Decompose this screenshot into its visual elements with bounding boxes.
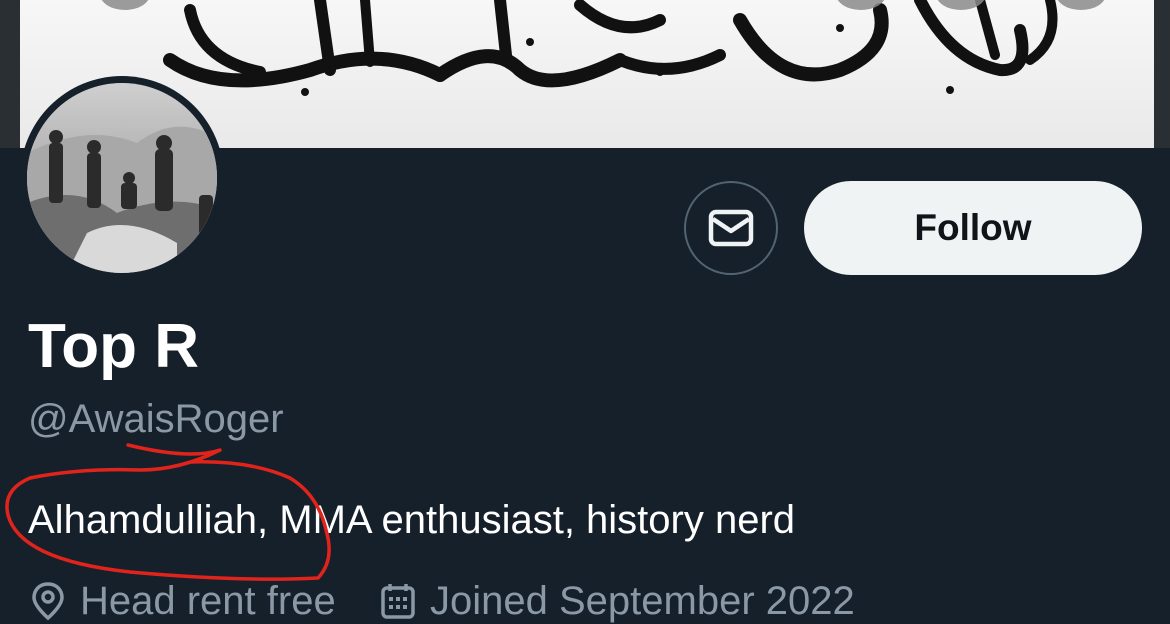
location-text: Head rent free — [80, 579, 336, 623]
avatar-image — [27, 83, 217, 273]
avatar[interactable] — [20, 76, 224, 280]
calendar-icon — [381, 584, 415, 619]
envelope-icon — [708, 209, 754, 247]
profile-page: Follow Top R @AwaisRoger Alhamdulliah, M… — [0, 0, 1170, 624]
location-pin-icon — [32, 582, 64, 621]
profile-join-date: Joined September 2022 — [380, 576, 855, 624]
message-button[interactable] — [684, 181, 778, 275]
profile-bio: Alhamdulliah, MMA enthusiast, history ne… — [28, 498, 796, 542]
username-handle[interactable]: @AwaisRoger — [28, 396, 284, 442]
follow-button[interactable]: Follow — [804, 181, 1142, 275]
joined-text: Joined September 2022 — [430, 579, 855, 623]
profile-location: Head rent free — [30, 576, 336, 624]
display-name: Top R — [28, 312, 200, 381]
